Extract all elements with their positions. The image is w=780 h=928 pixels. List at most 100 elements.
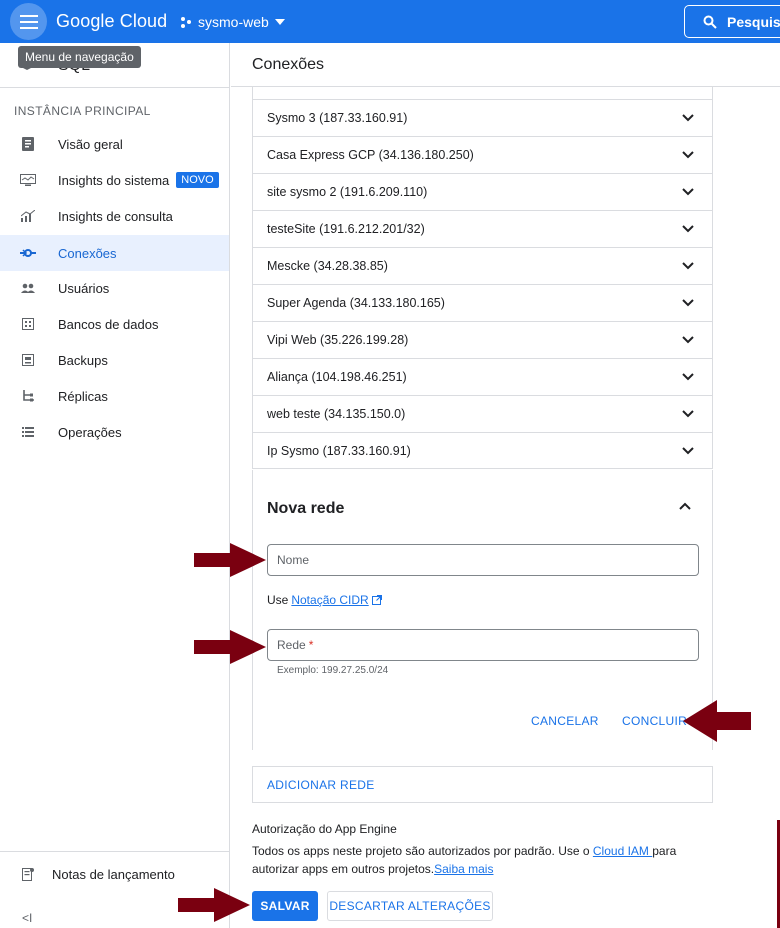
sidebar-item-query-insights[interactable]: Insights de consulta [0, 198, 229, 234]
network-label: Mescke (34.28.38.85) [267, 259, 388, 273]
sidebar-item-label: Visão geral [58, 136, 123, 152]
chevron-down-icon[interactable] [682, 188, 694, 196]
sidebar-item-label: Backups [58, 352, 108, 368]
sidebar-item-label: Conexões [58, 245, 117, 261]
sidebar-item-connections[interactable]: Conexões [0, 235, 229, 271]
google-cloud-logo[interactable]: Google Cloud [56, 11, 167, 32]
annotation-arrow-icon [178, 888, 250, 922]
network-row[interactable]: Mescke (34.28.38.85) [253, 247, 712, 284]
network-field[interactable]: Rede * [267, 629, 699, 661]
new-badge: NOVO [176, 172, 219, 188]
network-label: Ip Sysmo (187.33.160.91) [267, 444, 411, 458]
network-row[interactable]: site sysmo 2 (191.6.209.110) [253, 173, 712, 210]
page-header: Conexões [231, 43, 780, 87]
replicas-icon [20, 388, 36, 404]
network-label: Vipi Web (35.226.199.28) [267, 333, 409, 347]
chevron-down-icon[interactable] [682, 225, 694, 233]
network-label: Sysmo 3 (187.33.160.91) [267, 111, 408, 125]
network-label: web teste (34.135.150.0) [267, 407, 406, 421]
release-notes-label: Notas de lançamento [52, 866, 175, 882]
collapse-sidebar-button[interactable]: <I [22, 911, 32, 925]
sidebar-item-label: Insights de consulta [58, 208, 173, 224]
chevron-down-icon[interactable] [682, 151, 694, 159]
sidebar-item-users[interactable]: Usuários [0, 270, 229, 306]
chevron-down-icon[interactable] [682, 336, 694, 344]
divider [0, 87, 229, 88]
sidebar-item-backups[interactable]: Backups [0, 342, 229, 378]
connections-icon [20, 245, 36, 261]
sidebar-item-databases[interactable]: Bancos de dados [0, 306, 229, 342]
network-row[interactable]: Aliança (104.198.46.251) [253, 358, 712, 395]
sidebar-item-overview[interactable]: Visão geral [0, 126, 229, 162]
name-field[interactable]: Nome [267, 544, 699, 576]
menu-icon[interactable] [10, 3, 47, 40]
required-mark: * [308, 638, 314, 652]
sidebar-item-label: Operações [58, 424, 122, 440]
network-row[interactable]: Vipi Web (35.226.199.28) [253, 321, 712, 358]
sidebar-item-operations[interactable]: Operações [0, 414, 229, 450]
use-label: Use [267, 593, 289, 607]
network-row[interactable]: Super Agenda (34.133.180.165) [253, 284, 712, 321]
network-label: testeSite (191.6.212.201/32) [267, 222, 425, 236]
new-network-title: Nova rede [267, 500, 345, 517]
cidr-link[interactable]: Notação CIDR [291, 593, 368, 607]
network-example: Exemplo: 199.27.25.0/24 [277, 665, 389, 676]
network-row[interactable]: Sysmo 3 (187.33.160.91) [253, 99, 712, 136]
sidebar: SQL INSTÂNCIA PRINCIPAL Visão geral Insi… [0, 43, 230, 928]
chevron-down-icon[interactable] [682, 114, 694, 122]
backup-icon [20, 352, 36, 368]
sidebar-item-label: Réplicas [58, 388, 108, 404]
done-button[interactable]: CONCLUIR [622, 714, 687, 728]
network-row[interactable]: web teste (34.135.150.0) [253, 395, 712, 432]
search-button[interactable]: Pesquisa [684, 5, 780, 38]
network-label: Super Agenda (34.133.180.165) [267, 296, 445, 310]
sidebar-item-label: Usuários [58, 280, 110, 296]
chevron-down-icon[interactable] [682, 410, 694, 418]
annotation-arrow-icon [194, 543, 266, 577]
databases-icon [20, 316, 36, 332]
project-name: sysmo-web [198, 14, 269, 30]
authorized-networks-list: Sysmo 3 (187.33.160.91) Casa Express GCP… [252, 87, 713, 469]
new-network-panel: Nova rede Nome Use Notação CIDR Rede * E… [252, 470, 713, 750]
network-label: Aliança (104.198.46.251) [267, 370, 407, 384]
chevron-down-icon[interactable] [682, 299, 694, 307]
project-icon [181, 17, 191, 28]
add-network-button[interactable]: ADICIONAR REDE [252, 766, 713, 803]
notes-icon [22, 867, 34, 881]
annotation-arrow-icon [683, 700, 751, 742]
page-title: Conexões [252, 56, 325, 73]
cloud-iam-link[interactable]: Cloud IAM [593, 844, 652, 858]
navigation-tooltip: Menu de navegação [18, 46, 141, 68]
chevron-down-icon[interactable] [682, 447, 694, 455]
sidebar-item-label: Insights do sistema [58, 172, 170, 188]
network-label: site sysmo 2 (191.6.209.110) [267, 185, 428, 199]
sidebar-item-label: Bancos de dados [58, 316, 159, 332]
network-row[interactable]: testeSite (191.6.212.201/32) [253, 210, 712, 247]
sidebar-item-system-insights[interactable]: Insights do sistema NOVO [0, 162, 229, 198]
chevron-down-icon[interactable] [682, 373, 694, 381]
discard-changes-button[interactable]: DESCARTAR ALTERAÇÕES [327, 891, 493, 921]
sidebar-item-replicas[interactable]: Réplicas [0, 378, 229, 414]
cancel-button[interactable]: CANCELAR [531, 714, 599, 728]
name-placeholder: Nome [277, 553, 310, 567]
chevron-up-icon[interactable] [679, 502, 691, 510]
save-button[interactable]: SALVAR [252, 891, 318, 921]
app-engine-text-1: Todos os apps neste projeto são autoriza… [252, 844, 593, 858]
cidr-hint: Use Notação CIDR [267, 593, 382, 607]
learn-more-link[interactable]: Saiba mais [434, 862, 493, 876]
list-icon [20, 424, 36, 440]
chevron-down-icon[interactable] [682, 262, 694, 270]
divider [0, 851, 229, 852]
project-selector[interactable]: sysmo-web [180, 14, 285, 30]
network-row[interactable]: Ip Sysmo (187.33.160.91) [253, 432, 712, 469]
app-engine-title: Autorização do App Engine [252, 822, 397, 836]
top-app-bar: Google Cloud sysmo-web Pesquisa [0, 0, 780, 43]
release-notes-link[interactable]: Notas de lançamento [0, 859, 175, 889]
network-placeholder: Rede [277, 638, 306, 652]
network-row[interactable]: Casa Express GCP (34.136.180.250) [253, 136, 712, 173]
app-engine-description: Todos os apps neste projeto são autoriza… [252, 842, 692, 878]
search-label: Pesquisa [727, 13, 780, 30]
annotation-arrow-icon [194, 630, 266, 664]
external-link-icon [371, 595, 382, 605]
network-label: Casa Express GCP (34.136.180.250) [267, 148, 474, 162]
